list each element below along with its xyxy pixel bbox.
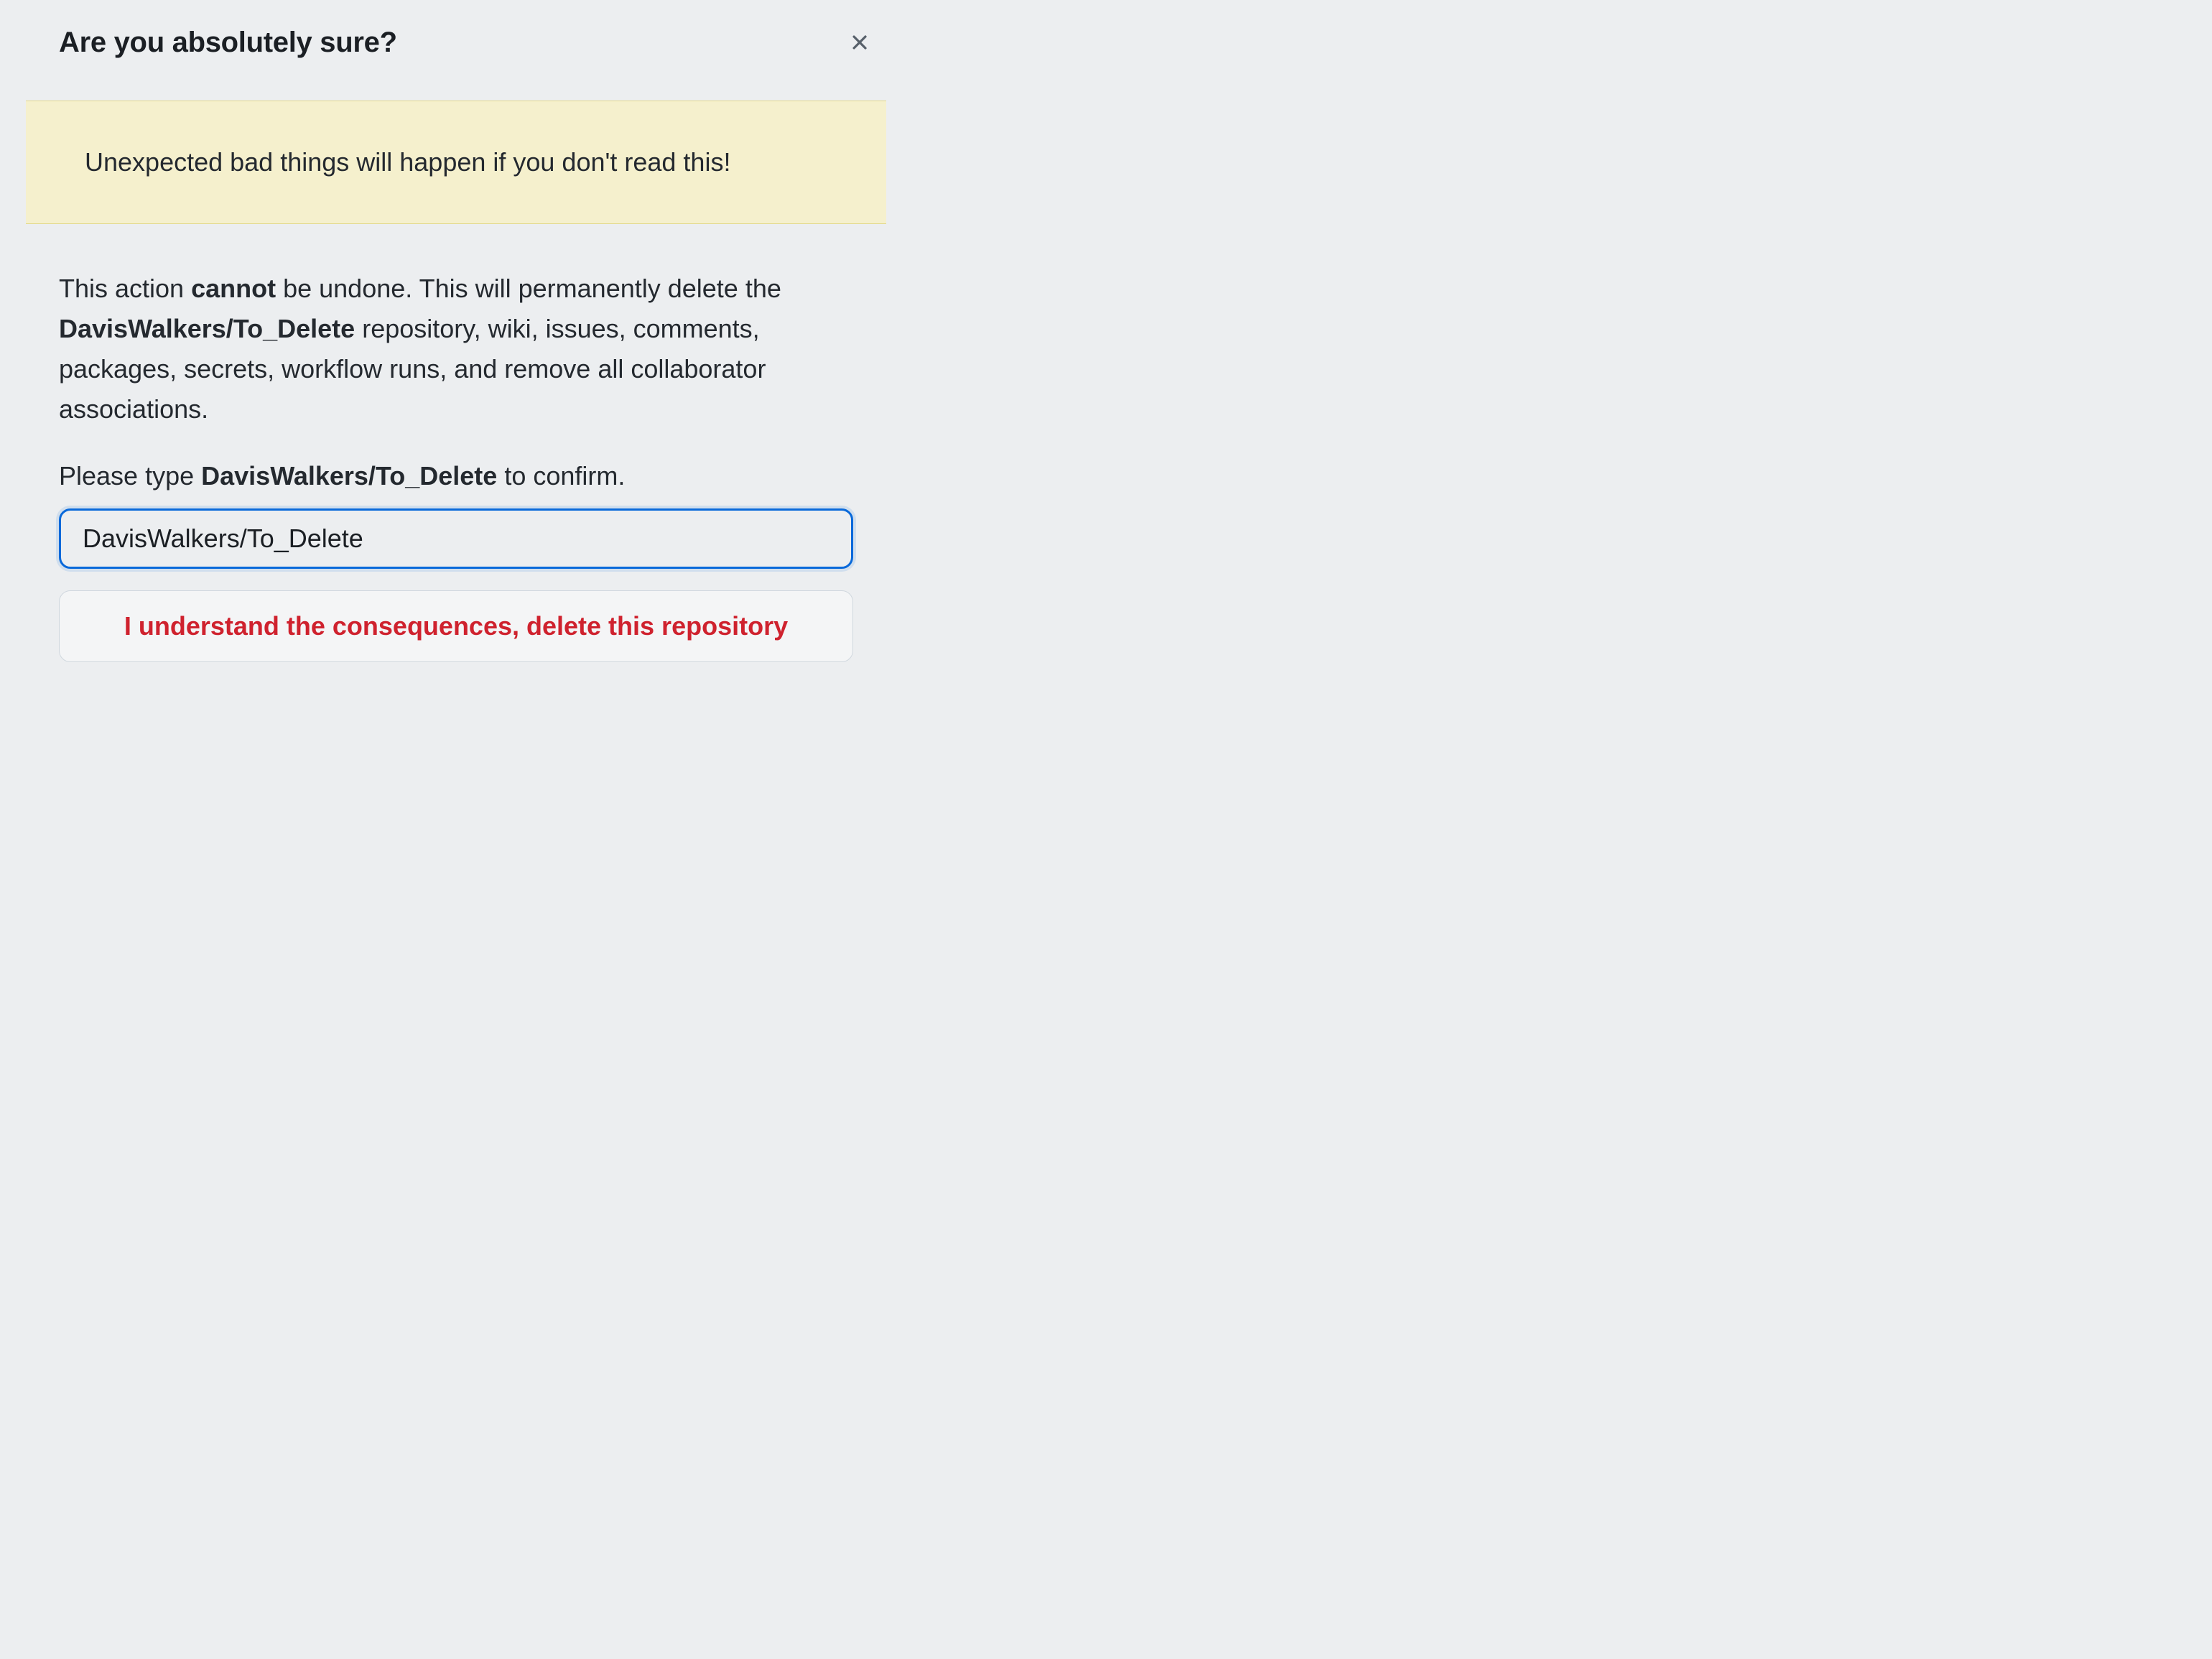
desc-part: This action xyxy=(59,274,191,303)
description-text: This action cannot be undone. This will … xyxy=(59,269,853,429)
confirm-repo-name: DavisWalkers/To_Delete xyxy=(201,461,497,491)
delete-repository-button[interactable]: I understand the consequences, delete th… xyxy=(59,590,853,662)
desc-cannot: cannot xyxy=(191,274,276,303)
desc-repo-name: DavisWalkers/To_Delete xyxy=(59,314,355,343)
close-icon xyxy=(847,30,872,55)
warning-banner: Unexpected bad things will happen if you… xyxy=(26,101,886,224)
confirm-prefix: Please type xyxy=(59,461,201,491)
confirm-input[interactable] xyxy=(59,508,853,569)
dialog-header: Are you absolutely sure? xyxy=(0,0,912,85)
delete-repo-dialog: Are you absolutely sure? Unexpected bad … xyxy=(0,0,912,662)
dialog-title: Are you absolutely sure? xyxy=(59,27,397,59)
warning-text: Unexpected bad things will happen if you… xyxy=(85,144,827,180)
desc-part: be undone. This will permanently delete … xyxy=(276,274,781,303)
close-button[interactable] xyxy=(842,24,878,60)
confirm-instruction: Please type DavisWalkers/To_Delete to co… xyxy=(59,457,853,496)
dialog-body: This action cannot be undone. This will … xyxy=(0,224,912,661)
confirm-suffix: to confirm. xyxy=(497,461,625,491)
